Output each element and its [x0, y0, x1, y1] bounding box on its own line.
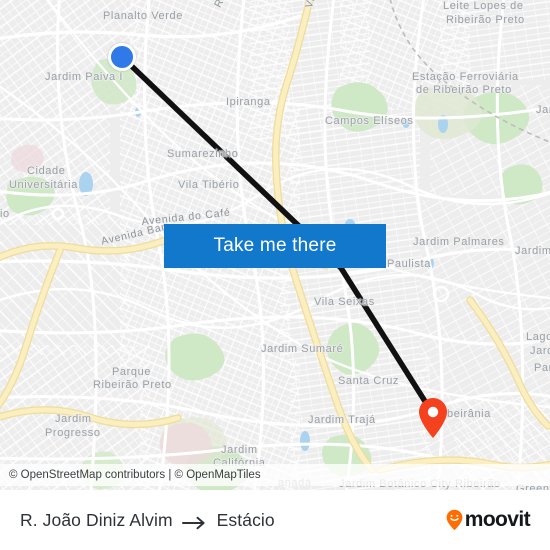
- arrow-right-icon: [181, 514, 208, 530]
- route-destination-label: Estácio: [216, 509, 275, 530]
- origin-marker[interactable]: [108, 43, 136, 71]
- moovit-wordmark: moovit: [464, 508, 531, 531]
- moovit-route-screen: Planalto VerdeJardim Paiva IRua TapajósV…: [0, 0, 550, 550]
- attribution-separator: |: [168, 469, 172, 481]
- bottom-bar: R. João Diniz Alvim Estácio moovit: [0, 490, 550, 550]
- destination-marker[interactable]: [418, 397, 448, 439]
- moovit-logo[interactable]: moovit: [446, 508, 531, 532]
- map-attribution: © OpenStreetMap contributors | © OpenMap…: [0, 464, 550, 486]
- take-me-there-button[interactable]: Take me there: [164, 224, 386, 268]
- map-canvas[interactable]: Planalto VerdeJardim Paiva IRua TapajósV…: [0, 0, 550, 490]
- moovit-pin-icon: [446, 509, 463, 531]
- attribution-tiles[interactable]: © OpenMapTiles: [175, 469, 261, 481]
- attribution-osm[interactable]: © OpenStreetMap contributors: [9, 469, 165, 481]
- map-pin-icon: [419, 398, 447, 438]
- route-origin-label: R. João Diniz Alvim: [20, 509, 173, 530]
- route-summary: R. João Diniz Alvim Estácio: [20, 510, 275, 531]
